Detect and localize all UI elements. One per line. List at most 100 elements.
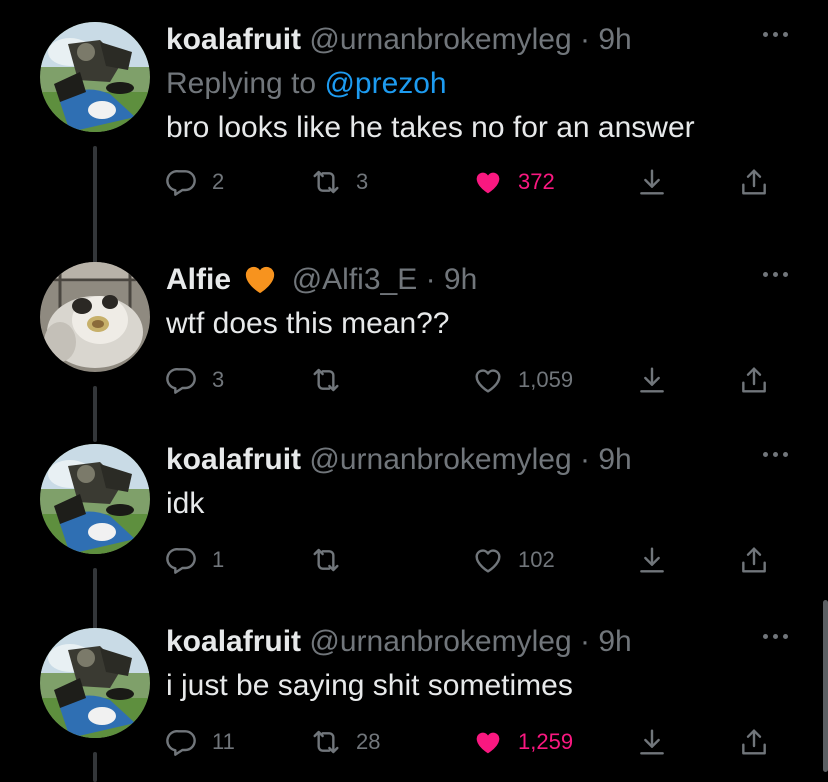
- avatar-image: [40, 628, 150, 738]
- retweet-button[interactable]: 28: [310, 722, 380, 762]
- tweet-3[interactable]: koalafruit @urnanbrokemyleg · 9h idk 1 1…: [0, 428, 828, 630]
- retweet-button[interactable]: 3: [310, 162, 368, 202]
- download-arrow-icon: [636, 166, 668, 198]
- tweet-header: Alfie @Alfi3_E · 9h: [166, 260, 788, 304]
- tweet-text: wtf does this mean??: [166, 307, 450, 340]
- more-options-button[interactable]: [756, 630, 788, 642]
- share-button[interactable]: [738, 360, 770, 400]
- share-upload-icon: [738, 166, 770, 198]
- share-button[interactable]: [738, 162, 770, 202]
- download-arrow-icon: [636, 544, 668, 576]
- tweet-text: i just be saying shit sometimes: [166, 669, 573, 702]
- more-dot: [783, 271, 788, 277]
- separator-dot: ·: [579, 443, 590, 476]
- timestamp[interactable]: 9h: [598, 23, 631, 56]
- display-name[interactable]: Alfie: [166, 263, 231, 296]
- avatar[interactable]: [40, 628, 150, 738]
- speech-bubble-icon: [166, 544, 198, 576]
- bookmark-button[interactable]: [636, 722, 668, 762]
- user-handle[interactable]: @Alfi3_E: [292, 263, 418, 296]
- like-button[interactable]: 1,059: [472, 360, 573, 400]
- more-options-button[interactable]: [756, 28, 788, 40]
- share-button[interactable]: [738, 722, 770, 762]
- heart-icon: [472, 544, 504, 576]
- replying-to-handle[interactable]: @prezoh: [324, 67, 446, 100]
- display-name[interactable]: koalafruit: [166, 23, 301, 56]
- bookmark-button[interactable]: [636, 360, 668, 400]
- like-count: 102: [518, 547, 555, 572]
- action-bar: 1 102: [166, 540, 788, 580]
- download-arrow-icon: [636, 364, 668, 396]
- reply-button[interactable]: 1: [166, 540, 224, 580]
- separator-dot: ·: [579, 23, 590, 56]
- like-count: 1,059: [518, 367, 574, 392]
- user-handle[interactable]: @urnanbrokemyleg: [309, 23, 571, 56]
- more-options-button[interactable]: [756, 448, 788, 460]
- bookmark-button[interactable]: [636, 540, 668, 580]
- user-handle[interactable]: @urnanbrokemyleg: [309, 443, 571, 476]
- avatar-image: [40, 22, 150, 132]
- scrollbar-thumb[interactable]: [823, 600, 828, 772]
- more-dot: [783, 31, 788, 37]
- separator-dot: ·: [425, 263, 436, 296]
- share-upload-icon: [738, 364, 770, 396]
- retweet-arrows-icon: [310, 544, 342, 576]
- avatar-image: [40, 262, 150, 372]
- heart-icon: [472, 166, 504, 198]
- share-upload-icon: [738, 544, 770, 576]
- reply-count: 2: [212, 169, 225, 194]
- action-bar: 11 28 1,259: [166, 722, 788, 762]
- tweet-header: koalafruit @urnanbrokemyleg · 9h: [166, 20, 788, 64]
- display-name[interactable]: koalafruit: [166, 625, 301, 658]
- like-count: 1,259: [518, 729, 574, 754]
- speech-bubble-icon: [166, 726, 198, 758]
- reply-count: 1: [212, 547, 225, 572]
- speech-bubble-icon: [166, 364, 198, 396]
- tweet-header: koalafruit @urnanbrokemyleg · 9h: [166, 440, 788, 484]
- more-dot: [783, 451, 788, 457]
- avatar[interactable]: [40, 262, 150, 372]
- like-button[interactable]: 372: [472, 162, 555, 202]
- share-button[interactable]: [738, 540, 770, 580]
- like-count: 372: [518, 169, 555, 194]
- tweet-4[interactable]: koalafruit @urnanbrokemyleg · 9h i just …: [0, 610, 828, 782]
- like-button[interactable]: 1,259: [472, 722, 573, 762]
- share-upload-icon: [738, 726, 770, 758]
- reply-button[interactable]: 3: [166, 360, 224, 400]
- avatar[interactable]: [40, 22, 150, 132]
- heart-icon: [472, 364, 504, 396]
- download-arrow-icon: [636, 726, 668, 758]
- replying-to-label: Replying to: [166, 67, 317, 100]
- tweet-header: koalafruit @urnanbrokemyleg · 9h: [166, 622, 788, 666]
- retweet-button[interactable]: [310, 360, 356, 400]
- display-name[interactable]: koalafruit: [166, 443, 301, 476]
- action-bar: 2 3 372: [166, 162, 788, 202]
- reply-count: 3: [212, 367, 225, 392]
- more-dots-icon: [763, 31, 768, 37]
- more-dot: [773, 31, 778, 37]
- action-bar: 3 1,059: [166, 360, 788, 400]
- timestamp[interactable]: 9h: [598, 625, 631, 658]
- like-button[interactable]: 102: [472, 540, 555, 580]
- timestamp[interactable]: 9h: [598, 443, 631, 476]
- retweet-button[interactable]: [310, 540, 356, 580]
- more-dot: [783, 633, 788, 639]
- tweet-2[interactable]: Alfie @Alfi3_E · 9h wtf does this mean??…: [0, 246, 828, 442]
- heart-icon: [472, 726, 504, 758]
- separator-dot: ·: [579, 625, 590, 658]
- bookmark-button[interactable]: [636, 162, 668, 202]
- more-dots-icon: [763, 633, 768, 639]
- thread-line: [93, 752, 97, 782]
- replying-to: Replying to @prezoh: [166, 64, 788, 108]
- timestamp[interactable]: 9h: [444, 263, 477, 296]
- tweet-text: bro looks like he takes no for an answer: [166, 111, 695, 144]
- reply-button[interactable]: 11: [166, 722, 235, 762]
- retweet-arrows-icon: [310, 364, 342, 396]
- reply-count: 11: [212, 729, 235, 754]
- more-dots-icon: [763, 271, 768, 277]
- tweet-1[interactable]: koalafruit @urnanbrokemyleg · 9h Replyin…: [0, 0, 828, 270]
- user-handle[interactable]: @urnanbrokemyleg: [309, 625, 571, 658]
- reply-button[interactable]: 2: [166, 162, 224, 202]
- more-options-button[interactable]: [756, 268, 788, 280]
- avatar[interactable]: [40, 444, 150, 554]
